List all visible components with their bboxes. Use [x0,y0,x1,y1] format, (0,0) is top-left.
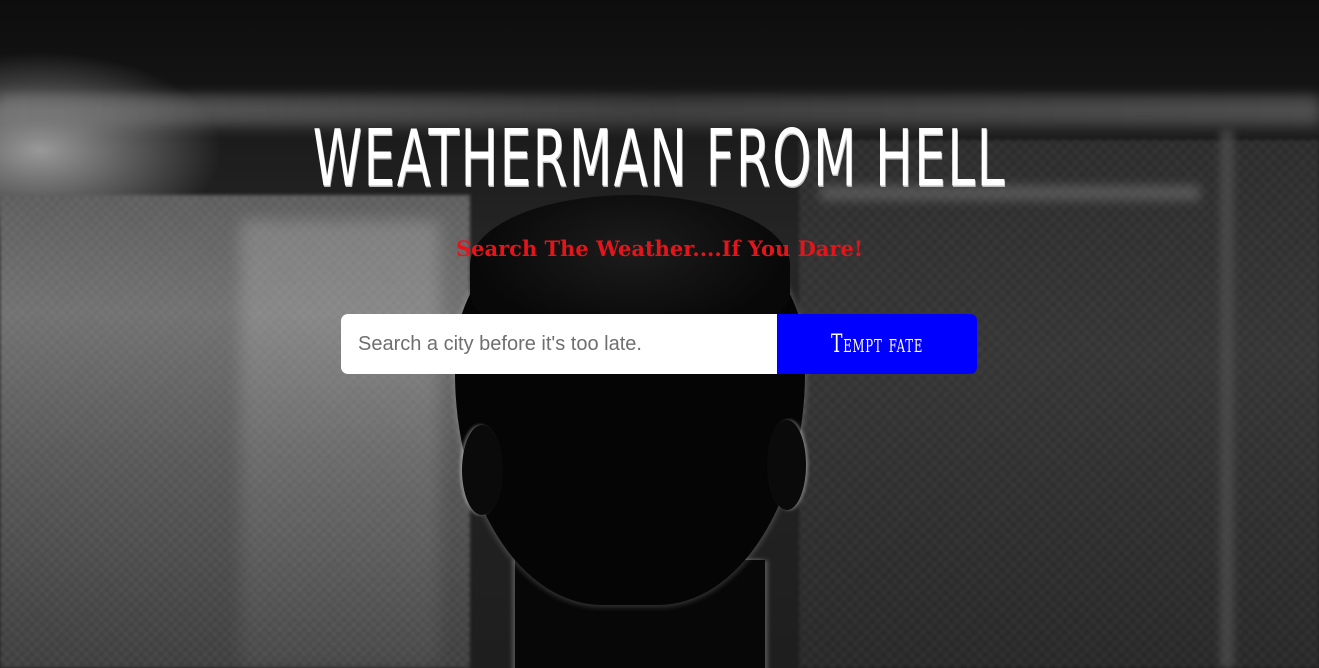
page-background: WEATHERMAN FROM HELL Search The Weather.… [0,0,1319,668]
search-submit-button[interactable]: Tempt fate [777,314,977,374]
search-submit-button-label: Tempt fate [830,329,924,359]
city-search-input[interactable] [341,314,777,374]
background-right-frame [1220,130,1234,668]
background-left-highlight [240,220,440,668]
background-right-mesh [799,140,1319,668]
search-form: Tempt fate [341,314,977,374]
page-title: WEATHERMAN FROM HELL [312,114,1007,206]
silhouette-left-ear [462,425,502,515]
page-subtitle: Search The Weather....If You Dare! [455,236,864,261]
silhouette-right-ear [768,420,806,510]
